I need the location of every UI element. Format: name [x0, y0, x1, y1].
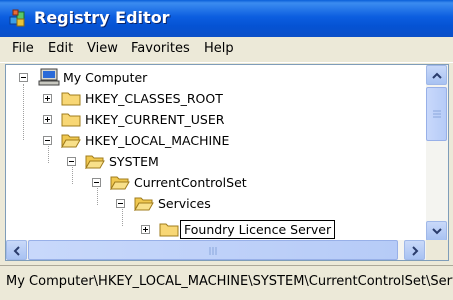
tree-label: My Computer	[63, 70, 148, 85]
registry-tree[interactable]: My Computer HKEY_CLASSES_ROOT HKEY_CURRE…	[5, 64, 449, 261]
grip-icon	[433, 110, 441, 118]
vertical-scroll-thumb[interactable]	[426, 87, 447, 141]
status-bar: My Computer\HKEY_LOCAL_MACHINE\SYSTEM\Cu…	[0, 265, 453, 300]
computer-icon	[38, 68, 60, 86]
scrollbar-corner	[426, 240, 448, 260]
collapse-icon[interactable]	[43, 136, 52, 145]
open-folder-icon	[110, 176, 130, 190]
open-folder-icon	[61, 134, 81, 148]
menu-bar: File Edit View Favorites Help	[0, 37, 453, 63]
status-path: My Computer\HKEY_LOCAL_MACHINE\SYSTEM\Cu…	[6, 274, 453, 289]
tree-connector	[23, 84, 24, 140]
window-title: Registry Editor	[34, 8, 170, 27]
scroll-up-button[interactable]	[426, 65, 447, 85]
tree-row-foundry-licence-server[interactable]: Foundry Licence Server	[136, 220, 436, 240]
menu-edit[interactable]: Edit	[48, 41, 73, 56]
folder-icon	[61, 92, 81, 106]
collapse-icon[interactable]	[67, 157, 76, 166]
rename-key-input[interactable]: Foundry Licence Server	[180, 220, 336, 239]
chevron-up-icon	[432, 72, 442, 79]
expand-icon[interactable]	[141, 225, 150, 234]
tree-label: Services	[158, 196, 211, 211]
chevron-right-icon	[412, 246, 419, 256]
tree-row-services[interactable]: Services	[111, 194, 311, 214]
scroll-right-button[interactable]	[404, 240, 425, 260]
scroll-left-button[interactable]	[6, 240, 27, 260]
title-bar[interactable]: Registry Editor	[0, 0, 453, 37]
open-folder-icon	[134, 197, 154, 211]
expand-icon[interactable]	[43, 94, 52, 103]
folder-icon	[159, 223, 179, 237]
tree-label: HKEY_CURRENT_USER	[85, 112, 225, 127]
menu-file[interactable]: File	[12, 41, 34, 56]
horizontal-scrollbar[interactable]	[6, 240, 426, 260]
expand-icon[interactable]	[43, 115, 52, 124]
tree-row-hkey-current-user[interactable]: HKEY_CURRENT_USER	[38, 110, 258, 130]
chevron-down-icon	[432, 228, 442, 235]
chevron-left-icon	[13, 246, 20, 256]
scroll-down-button[interactable]	[426, 221, 447, 241]
folder-icon	[61, 113, 81, 127]
menu-favorites[interactable]: Favorites	[131, 41, 190, 56]
collapse-icon[interactable]	[116, 199, 125, 208]
open-folder-icon	[85, 155, 105, 169]
tree-label: CurrentControlSet	[134, 175, 247, 190]
vertical-scrollbar[interactable]	[426, 65, 448, 241]
grip-icon	[209, 247, 217, 255]
collapse-icon[interactable]	[19, 73, 28, 82]
horizontal-scroll-thumb[interactable]	[28, 240, 398, 260]
tree-row-currentcontrolset[interactable]: CurrentControlSet	[87, 173, 307, 193]
tree-label: SYSTEM	[109, 154, 159, 169]
tree-label: HKEY_CLASSES_ROOT	[85, 91, 223, 106]
collapse-icon[interactable]	[92, 178, 101, 187]
menu-view[interactable]: View	[87, 41, 118, 56]
tree-row-hkey-classes-root[interactable]: HKEY_CLASSES_ROOT	[38, 89, 258, 109]
menu-help[interactable]: Help	[204, 41, 234, 56]
tree-row-my-computer[interactable]: My Computer	[14, 68, 214, 88]
tree-row-hkey-local-machine[interactable]: HKEY_LOCAL_MACHINE	[38, 131, 258, 151]
tree-row-system[interactable]: SYSTEM	[62, 152, 262, 172]
registry-editor-icon	[9, 9, 25, 27]
tree-label: HKEY_LOCAL_MACHINE	[85, 133, 230, 148]
